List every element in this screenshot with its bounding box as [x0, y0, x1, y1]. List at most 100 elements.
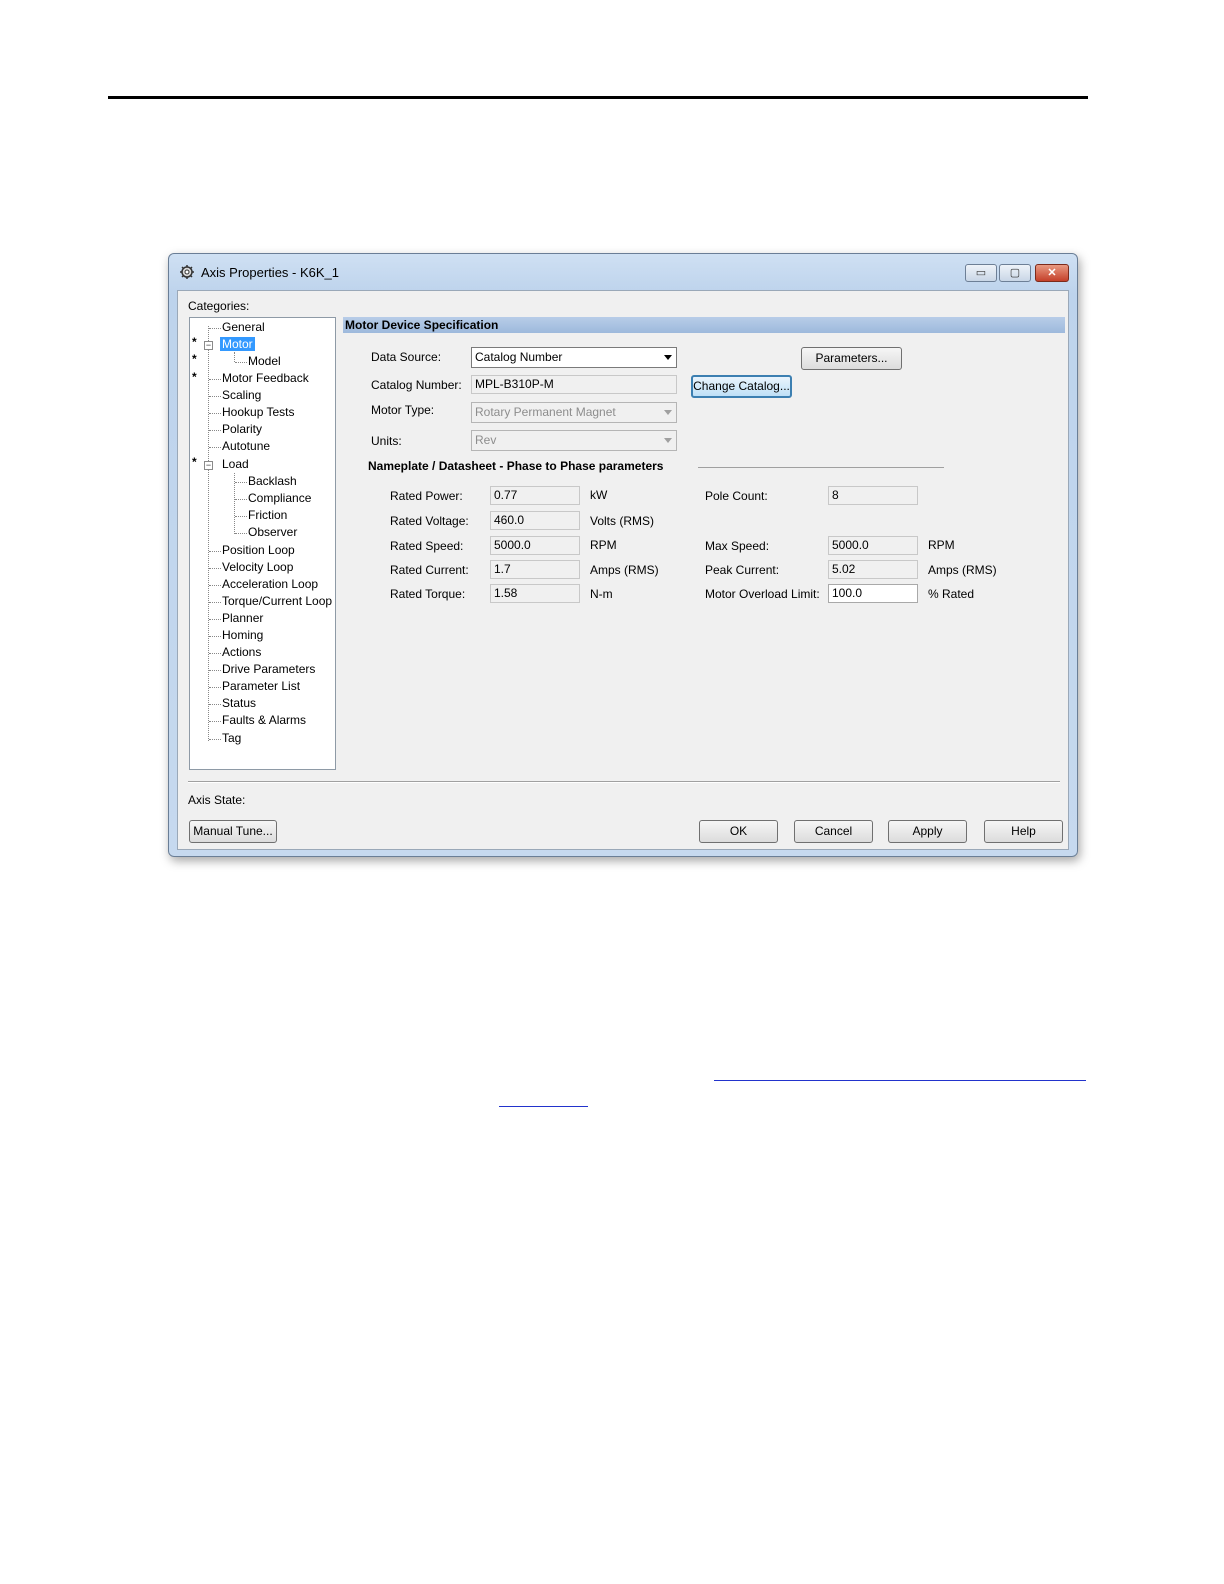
tree-item-label: Polarity: [222, 422, 263, 436]
section-header: Motor Device Specification: [343, 317, 1065, 333]
tree-line: [235, 533, 247, 534]
tree-item-label: Planner: [222, 611, 264, 625]
tree-line: [234, 352, 235, 362]
title-bar[interactable]: Axis Properties - K6K_1 ▭ ▢ ✕: [169, 254, 1077, 290]
tree-line: [209, 602, 221, 603]
rated-power-label: Rated Power:: [390, 489, 463, 503]
tree-item-label: Model: [248, 354, 281, 368]
peak-current-label: Peak Current:: [705, 563, 780, 577]
tree-item-backlash[interactable]: Backlash: [248, 474, 297, 489]
tree-line: [209, 687, 221, 688]
tree-item-velocity-loop[interactable]: Velocity Loop: [222, 560, 293, 575]
tree-line: [235, 362, 247, 363]
tree-item-label: Status: [222, 696, 257, 710]
tree-item-parameter-list[interactable]: Parameter List: [222, 679, 300, 694]
tree-item-friction[interactable]: Friction: [248, 508, 287, 523]
tree-line: [209, 704, 221, 705]
modified-marker: *: [192, 455, 197, 469]
catalog-number-label: Catalog Number:: [371, 378, 462, 392]
tree-item-load[interactable]: Load: [222, 457, 249, 472]
data-source-value: Catalog Number: [475, 350, 563, 364]
collapse-load-icon[interactable]: −: [204, 461, 213, 470]
tree-item-acceleration-loop[interactable]: Acceleration Loop: [222, 577, 318, 592]
tree-item-hookup-tests[interactable]: Hookup Tests: [222, 405, 295, 420]
tree-item-motor-feedback[interactable]: Motor Feedback: [222, 371, 309, 386]
rated-torque-field[interactable]: 1.58: [490, 584, 580, 603]
rated-power-unit: kW: [590, 488, 608, 502]
tree-item-label: Motor Feedback: [222, 371, 309, 385]
tree-line: [209, 413, 221, 414]
units-value: Rev: [475, 433, 497, 447]
tree-item-autotune[interactable]: Autotune: [222, 439, 270, 454]
change-catalog-button[interactable]: Change Catalog...: [691, 375, 792, 398]
tree-item-actions[interactable]: Actions: [222, 645, 261, 660]
tree-item-position-loop[interactable]: Position Loop: [222, 543, 295, 558]
modified-marker: *: [192, 370, 197, 384]
tree-item-torque-current-loop[interactable]: Torque/Current Loop: [222, 594, 332, 609]
chevron-down-icon: [664, 438, 672, 443]
cancel-button[interactable]: Cancel: [794, 820, 873, 843]
tree-item-observer[interactable]: Observer: [248, 525, 297, 540]
tree-item-polarity[interactable]: Polarity: [222, 422, 262, 437]
tree-line: [208, 326, 209, 741]
tree-item-tag[interactable]: Tag: [222, 731, 241, 746]
tree-item-model[interactable]: Model: [248, 354, 281, 369]
tree-item-drive-parameters[interactable]: Drive Parameters: [222, 662, 315, 677]
rated-voltage-field[interactable]: 460.0: [490, 511, 580, 530]
apply-button[interactable]: Apply: [888, 820, 967, 843]
nameplate-group-title: Nameplate / Datasheet - Phase to Phase p…: [368, 459, 664, 473]
close-button[interactable]: ✕: [1035, 264, 1069, 282]
tree-line: [209, 636, 221, 637]
minimize-button[interactable]: ▭: [965, 264, 997, 282]
tree-line: [209, 721, 221, 722]
motor-type-select[interactable]: Rotary Permanent Magnet: [471, 402, 677, 423]
tree-item-label: Autotune: [222, 439, 271, 453]
help-button[interactable]: Help: [984, 820, 1063, 843]
peak-current-field[interactable]: 5.02: [828, 560, 918, 579]
modified-marker: *: [192, 335, 197, 349]
maximize-button[interactable]: ▢: [999, 264, 1031, 282]
tree-item-homing[interactable]: Homing: [222, 628, 263, 643]
tree-item-label: Homing: [222, 628, 264, 642]
max-speed-unit: RPM: [928, 538, 955, 552]
hyperlink-underline[interactable]: [714, 1080, 1086, 1081]
tree-item-label: Velocity Loop: [222, 560, 294, 574]
axis-state-label: Axis State:: [188, 793, 246, 807]
tree-item-scaling[interactable]: Scaling: [222, 388, 261, 403]
tree-line: [209, 585, 221, 586]
tree-line: [209, 328, 221, 329]
page-top-rule: [108, 96, 1088, 99]
rated-torque-unit: N-m: [590, 587, 613, 601]
tree-item-label: Torque/Current Loop: [222, 594, 333, 608]
data-source-label: Data Source:: [371, 350, 442, 364]
manual-tune-button[interactable]: Manual Tune...: [189, 820, 277, 843]
rated-current-field[interactable]: 1.7: [490, 560, 580, 579]
tree-item-planner[interactable]: Planner: [222, 611, 263, 626]
catalog-number-field[interactable]: MPL-B310P-M: [471, 375, 677, 394]
motor-type-label: Motor Type:: [371, 403, 435, 417]
pole-count-field[interactable]: 8: [828, 486, 918, 505]
rated-power-field[interactable]: 0.77: [490, 486, 580, 505]
tree-item-label: Compliance: [248, 491, 312, 505]
tree-item-motor[interactable]: Motor: [220, 337, 255, 352]
overload-limit-unit: % Rated: [928, 587, 975, 601]
units-select[interactable]: Rev: [471, 430, 677, 451]
rated-speed-field[interactable]: 5000.0: [490, 536, 580, 555]
tree-item-status[interactable]: Status: [222, 696, 256, 711]
tree-item-compliance[interactable]: Compliance: [248, 491, 311, 506]
tree-line: [209, 670, 221, 671]
ok-button[interactable]: OK: [699, 820, 778, 843]
max-speed-field[interactable]: 5000.0: [828, 536, 918, 555]
categories-tree[interactable]: * * * * − − General Motor Model Motor Fe…: [189, 317, 336, 770]
collapse-motor-icon[interactable]: −: [204, 341, 213, 350]
data-source-select[interactable]: Catalog Number: [471, 347, 677, 368]
tree-item-faults-alarms[interactable]: Faults & Alarms: [222, 713, 306, 728]
pole-count-label: Pole Count:: [705, 489, 768, 503]
rated-current-label: Rated Current:: [390, 563, 469, 577]
tree-item-label: Tag: [222, 731, 242, 745]
tree-line: [235, 516, 247, 517]
overload-limit-field[interactable]: 100.0: [828, 584, 918, 603]
parameters-button[interactable]: Parameters...: [801, 347, 902, 370]
hyperlink-underline[interactable]: [499, 1106, 588, 1107]
tree-item-general[interactable]: General: [222, 320, 265, 335]
